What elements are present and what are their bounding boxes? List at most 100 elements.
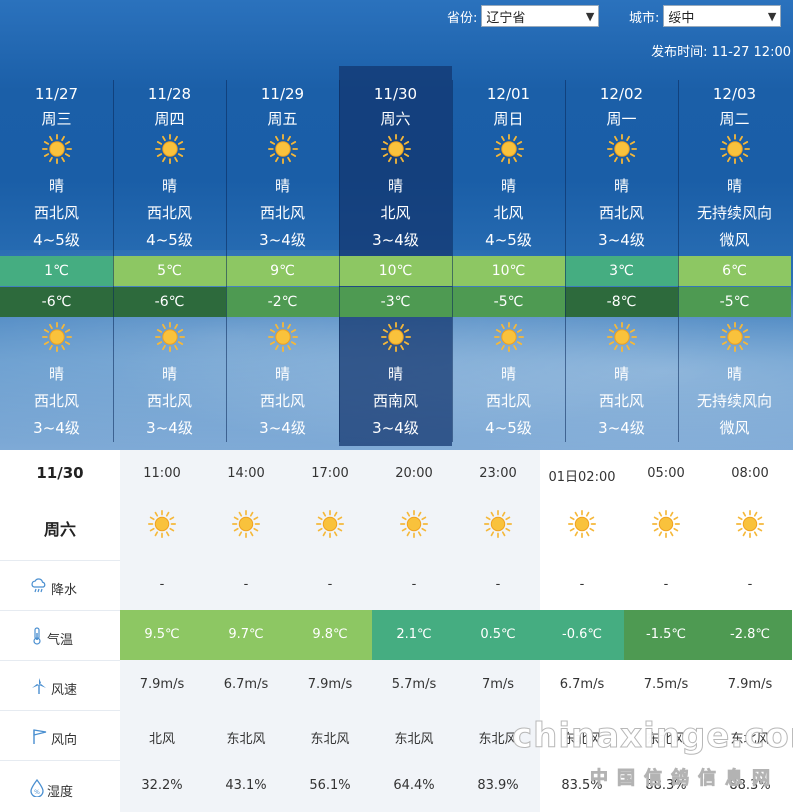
day-weekday: 周六 bbox=[380, 110, 411, 128]
sun-icon bbox=[606, 321, 638, 353]
day-weather: 晴 bbox=[387, 177, 403, 195]
watermark-text: chinaxinge.com bbox=[511, 716, 793, 757]
day-column[interactable]: 12/03 周二 晴 无持续风向 微风 6℃ -5℃ 晴 无持续风向 微风 bbox=[678, 66, 791, 450]
day-weather: 晴 bbox=[274, 177, 290, 195]
hour-precip: - bbox=[411, 577, 417, 592]
sun-icon bbox=[719, 133, 751, 165]
night-wind-level: 3~4级 bbox=[372, 419, 419, 437]
day-wind-level: 4~5级 bbox=[146, 231, 193, 249]
sun-icon bbox=[380, 321, 412, 353]
day-column[interactable]: 11/30 周六 晴 北风 3~4级 10℃ -3℃ 晴 西南风 3~4级 bbox=[339, 66, 452, 446]
day-weekday: 周五 bbox=[267, 110, 298, 128]
high-temp: 9℃ bbox=[226, 256, 339, 286]
day-column[interactable]: 11/29 周五 晴 西北风 3~4级 9℃ -2℃ 晴 西北风 3~4级 bbox=[226, 66, 339, 450]
thermometer-icon bbox=[30, 627, 47, 649]
hour-humidity: 56.1% bbox=[309, 778, 351, 793]
night-wind-level: 3~4级 bbox=[146, 419, 193, 437]
city-select[interactable]: 绥中 ▼ bbox=[663, 5, 782, 27]
high-temp: 1℃ bbox=[0, 256, 113, 286]
day-wind-level: 3~4级 bbox=[259, 231, 306, 249]
day-wind-direction: 西北风 bbox=[33, 204, 79, 222]
hour-wind-speed: 6.7m/s bbox=[559, 677, 605, 692]
day-date: 11/29 bbox=[260, 85, 305, 103]
day-date: 12/03 bbox=[712, 85, 757, 103]
sun-icon bbox=[154, 321, 186, 353]
column-divider bbox=[565, 80, 566, 442]
row-divider bbox=[0, 710, 120, 711]
low-temp: -5℃ bbox=[678, 287, 791, 317]
day-wind-direction: 无持续风向 bbox=[696, 204, 772, 222]
hour-precip: - bbox=[327, 577, 333, 592]
day-weekday: 周日 bbox=[493, 110, 524, 128]
day-column[interactable]: 12/01 周日 晴 北风 4~5级 10℃ -5℃ 晴 西北风 4~5级 bbox=[452, 66, 565, 450]
sun-icon bbox=[719, 321, 751, 353]
day-weekday: 周二 bbox=[719, 110, 750, 128]
low-temp: -8℃ bbox=[565, 287, 678, 317]
hour-time: 11:00 bbox=[143, 466, 181, 481]
day-date: 11/28 bbox=[147, 85, 192, 103]
day-wind-direction: 西北风 bbox=[146, 204, 192, 222]
publish-time: 发布时间: 11-27 12:00 bbox=[651, 41, 791, 60]
day-column[interactable]: 11/27 周三 晴 西北风 4~5级 1℃ -6℃ 晴 西北风 3~4级 bbox=[0, 66, 113, 450]
day-wind-direction: 西北风 bbox=[598, 204, 644, 222]
province-label: 省份: bbox=[447, 10, 478, 26]
hour-time: 08:00 bbox=[731, 466, 769, 481]
hour-time: 20:00 bbox=[395, 466, 433, 481]
day-column[interactable]: 11/28 周四 晴 西北风 4~5级 5℃ -6℃ 晴 西北风 3~4级 bbox=[113, 66, 226, 450]
day-weekday: 周三 bbox=[41, 110, 72, 128]
day-wind-level: 4~5级 bbox=[33, 231, 80, 249]
city-selector: 城市: 绥中 ▼ bbox=[629, 4, 782, 28]
sun-icon bbox=[493, 133, 525, 165]
sun-icon bbox=[483, 509, 512, 538]
day-date: 11/27 bbox=[34, 85, 79, 103]
night-wind-level: 3~4级 bbox=[598, 419, 645, 437]
night-weather: 晴 bbox=[613, 365, 629, 383]
day-wind-level: 4~5级 bbox=[485, 231, 532, 249]
sun-icon bbox=[567, 509, 596, 538]
day-column[interactable]: 12/02 周一 晴 西北风 3~4级 3℃ -8℃ 晴 西北风 3~4级 bbox=[565, 66, 678, 450]
hour-temp: 2.1℃ bbox=[372, 610, 456, 660]
day-wind-level: 微风 bbox=[719, 231, 750, 249]
day-wind-level: 3~4级 bbox=[598, 231, 645, 249]
province-value: 辽宁省 bbox=[486, 10, 526, 26]
wind-vane-icon bbox=[30, 727, 51, 749]
night-wind-direction: 无持续风向 bbox=[696, 392, 772, 410]
high-temp: 3℃ bbox=[565, 256, 678, 286]
day-wind-direction: 北风 bbox=[380, 204, 411, 222]
hour-humidity: 64.4% bbox=[393, 778, 435, 793]
city-label: 城市: bbox=[629, 10, 660, 26]
night-wind-direction: 西北风 bbox=[259, 392, 305, 410]
sun-icon bbox=[267, 133, 299, 165]
svg-text:%: % bbox=[34, 789, 40, 796]
sun-icon bbox=[154, 133, 186, 165]
night-weather: 晴 bbox=[726, 365, 742, 383]
low-temp: -6℃ bbox=[0, 287, 113, 317]
row-label-temp: 气温 bbox=[30, 627, 73, 649]
day-weather: 晴 bbox=[613, 177, 629, 195]
droplet-icon: % bbox=[30, 778, 47, 801]
hour-wind-speed: 6.7m/s bbox=[223, 677, 269, 692]
hour-temp: 9.5℃ bbox=[120, 610, 204, 660]
high-temp: 5℃ bbox=[113, 256, 226, 286]
hour-precip: - bbox=[747, 577, 753, 592]
day-date: 12/02 bbox=[599, 85, 644, 103]
hour-wind-speed: 7.9m/s bbox=[139, 677, 185, 692]
hour-precip: - bbox=[579, 577, 585, 592]
hour-wind-speed: 7.9m/s bbox=[307, 677, 353, 692]
hour-time: 14:00 bbox=[227, 466, 265, 481]
day-date: 12/01 bbox=[486, 85, 531, 103]
sun-icon bbox=[493, 321, 525, 353]
night-weather: 晴 bbox=[274, 365, 290, 383]
hour-precip: - bbox=[243, 577, 249, 592]
column-divider bbox=[452, 80, 453, 442]
low-temp: -5℃ bbox=[452, 287, 565, 317]
hour-temp: -2.8℃ bbox=[708, 610, 792, 660]
day-weather: 晴 bbox=[726, 177, 742, 195]
high-temp: 6℃ bbox=[678, 256, 791, 286]
hour-temp: 9.7℃ bbox=[204, 610, 288, 660]
night-weather: 晴 bbox=[48, 365, 64, 383]
province-select[interactable]: 辽宁省 ▼ bbox=[481, 5, 600, 27]
row-label-precip: 降水 bbox=[30, 578, 77, 598]
row-divider bbox=[0, 560, 120, 561]
night-wind-direction: 西北风 bbox=[598, 392, 644, 410]
